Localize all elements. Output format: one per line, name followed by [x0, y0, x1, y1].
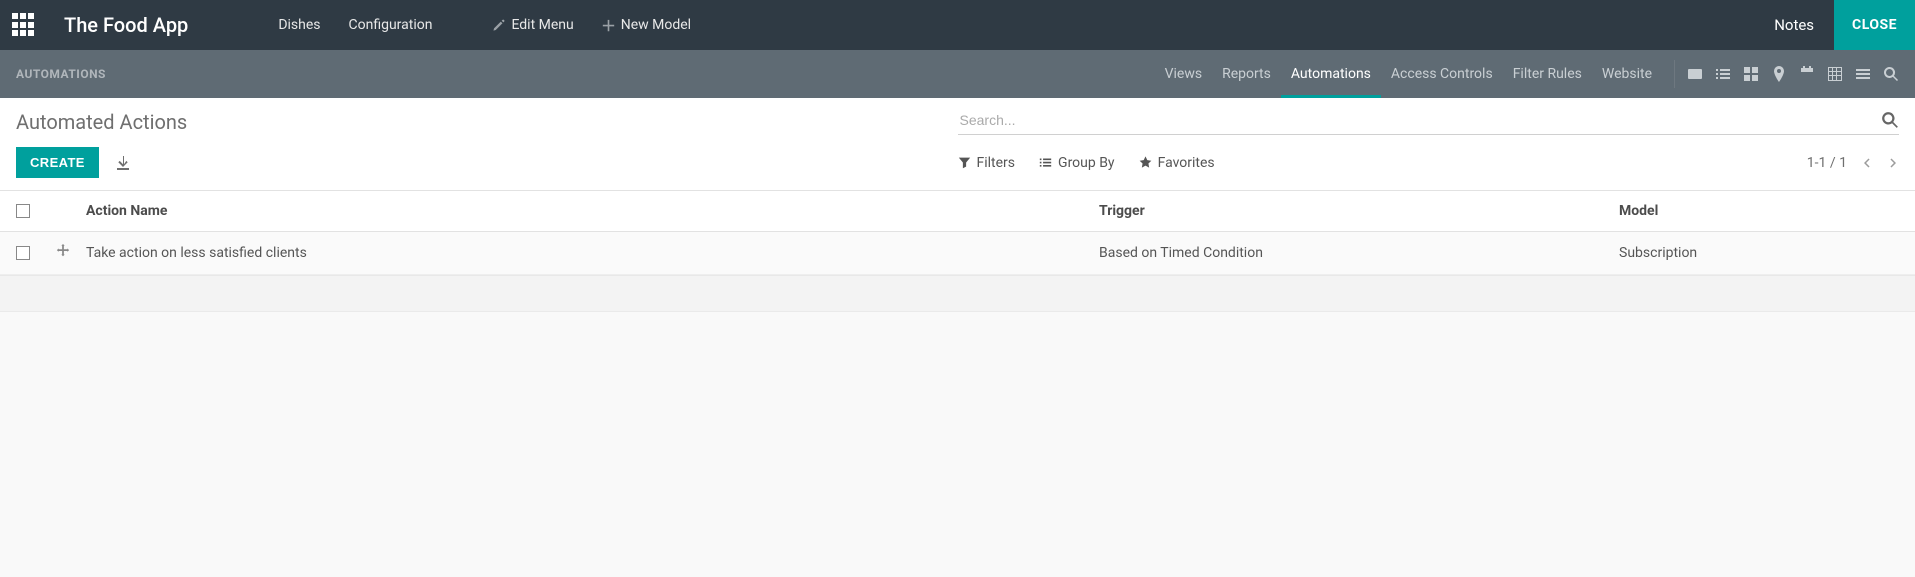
empty-band: [0, 276, 1915, 312]
view-switcher: [1687, 66, 1899, 82]
tab-views[interactable]: Views: [1155, 50, 1213, 98]
favorites-label: Favorites: [1158, 155, 1215, 171]
pager-text: 1-1 / 1: [1807, 155, 1847, 171]
tab-reports[interactable]: Reports: [1212, 50, 1281, 98]
menu-configuration[interactable]: Configuration: [349, 17, 433, 33]
menu-new-model-label: New Model: [621, 17, 691, 33]
menu-edit-menu-label: Edit Menu: [511, 17, 573, 33]
cell-model: Subscription: [1619, 245, 1899, 261]
table-row[interactable]: Take action on less satisfied clients Ba…: [0, 232, 1915, 275]
row-checkbox[interactable]: [16, 246, 30, 260]
top-menu: Dishes Configuration Edit Menu New Model: [278, 17, 691, 33]
search-submit-icon[interactable]: [1881, 111, 1899, 129]
col-header-trigger[interactable]: Trigger: [1099, 203, 1619, 219]
tab-access-controls[interactable]: Access Controls: [1381, 50, 1503, 98]
plus-icon: [602, 19, 615, 32]
filter-bar: Filters Group By Favorites 1-1 / 1: [958, 155, 1900, 171]
select-all-checkbox[interactable]: [16, 204, 30, 218]
menu-edit-menu[interactable]: Edit Menu: [492, 17, 573, 33]
chevron-left-icon[interactable]: [1861, 157, 1873, 169]
cell-action-name: Take action on less satisfied clients: [86, 245, 1099, 261]
groupby-button[interactable]: Group By: [1039, 155, 1115, 171]
calendar-icon[interactable]: [1799, 66, 1815, 82]
favorites-button[interactable]: Favorites: [1139, 155, 1215, 171]
page-title: Automated Actions: [16, 110, 187, 134]
search-area: [958, 108, 1900, 135]
sub-tabs: Views Reports Automations Access Control…: [1155, 50, 1899, 98]
drag-handle-icon[interactable]: [56, 244, 70, 258]
search-input[interactable]: [958, 108, 1882, 132]
app-title[interactable]: The Food App: [64, 13, 188, 37]
filters-button[interactable]: Filters: [958, 155, 1016, 171]
map-pin-icon[interactable]: [1771, 66, 1787, 82]
star-icon: [1139, 156, 1152, 169]
groupby-label: Group By: [1058, 155, 1115, 171]
download-icon[interactable]: [115, 155, 131, 171]
chevron-right-icon[interactable]: [1887, 157, 1899, 169]
tab-filter-rules[interactable]: Filter Rules: [1503, 50, 1592, 98]
pencil-icon: [492, 19, 505, 32]
close-button[interactable]: CLOSE: [1834, 0, 1915, 50]
list-view-icon[interactable]: [1715, 66, 1731, 82]
breadcrumb: AUTOMATIONS: [16, 67, 106, 81]
table-header: Action Name Trigger Model: [0, 191, 1915, 232]
list-table: Action Name Trigger Model Take action on…: [0, 191, 1915, 276]
card-view-icon[interactable]: [1687, 66, 1703, 82]
top-right: Notes CLOSE: [1754, 0, 1915, 50]
sub-header: AUTOMATIONS Views Reports Automations Ac…: [0, 50, 1915, 98]
pivot-icon[interactable]: [1827, 66, 1843, 82]
top-header: The Food App Dishes Configuration Edit M…: [0, 0, 1915, 50]
control-panel: Automated Actions CREATE Filters Group B…: [0, 98, 1915, 191]
funnel-icon: [958, 156, 971, 169]
col-header-model[interactable]: Model: [1619, 203, 1899, 219]
graph-icon[interactable]: [1855, 66, 1871, 82]
filters-label: Filters: [977, 155, 1016, 171]
tab-website[interactable]: Website: [1592, 50, 1662, 98]
tab-separator: [1674, 60, 1675, 88]
list-group-icon: [1039, 156, 1052, 169]
kanban-view-icon[interactable]: [1743, 66, 1759, 82]
apps-grid-icon[interactable]: [12, 13, 36, 37]
notes-button[interactable]: Notes: [1754, 16, 1834, 34]
menu-new-model[interactable]: New Model: [602, 17, 691, 33]
menu-dishes[interactable]: Dishes: [278, 17, 320, 33]
create-button[interactable]: CREATE: [16, 147, 99, 178]
tab-automations[interactable]: Automations: [1281, 50, 1381, 98]
control-panel-row2: CREATE Filters Group By Favorites 1-1 / …: [16, 147, 1899, 178]
pager: 1-1 / 1: [1807, 155, 1899, 171]
search-icon[interactable]: [1883, 66, 1899, 82]
control-panel-row1: Automated Actions: [16, 108, 1899, 135]
cell-trigger: Based on Timed Condition: [1099, 245, 1619, 261]
col-header-action-name[interactable]: Action Name: [86, 203, 1099, 219]
